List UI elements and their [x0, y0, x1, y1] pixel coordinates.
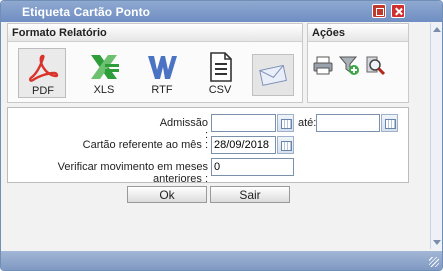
- dialog-window: Etiqueta Cartão Ponto Formato Relatório …: [0, 0, 443, 271]
- window-title: Etiqueta Cartão Ponto: [22, 5, 151, 19]
- csv-icon: [210, 52, 232, 82]
- format-panel: Formato Relatório PDF XLS RTF CSV: [7, 23, 303, 103]
- admissao-from-calendar-icon[interactable]: [277, 114, 294, 132]
- printer-icon[interactable]: [312, 54, 334, 76]
- cartao-month-field[interactable]: [211, 136, 276, 154]
- admissao-to-field[interactable]: [316, 114, 380, 132]
- rtf-button[interactable]: RTF: [138, 48, 186, 98]
- email-button[interactable]: [252, 54, 294, 96]
- filter-add-icon[interactable]: [338, 54, 360, 76]
- ate-label: até:: [298, 117, 317, 129]
- sair-button[interactable]: Sair: [210, 186, 290, 203]
- admissao-label: Admissão :: [159, 117, 208, 141]
- verificar-months-field[interactable]: [211, 158, 294, 176]
- xls-label: XLS: [93, 84, 115, 96]
- search-icon[interactable]: [364, 54, 386, 76]
- verificar-label: Verificar movimento em meses anteriores …: [57, 161, 208, 185]
- ok-button[interactable]: Ok: [127, 186, 207, 203]
- maximize-button[interactable]: [372, 4, 386, 18]
- cartao-label: Cartão referente ao mês :: [82, 139, 208, 151]
- csv-label: CSV: [208, 84, 232, 96]
- pdf-label: PDF: [32, 85, 54, 97]
- admissao-from-field[interactable]: [211, 114, 276, 132]
- scroll-down-icon[interactable]: [433, 240, 441, 245]
- rtf-icon: [148, 56, 177, 79]
- admissao-to-calendar-icon[interactable]: [381, 114, 398, 132]
- actions-panel: Ações: [307, 23, 409, 103]
- close-button[interactable]: [391, 4, 405, 18]
- window-scrollbar[interactable]: [430, 23, 442, 249]
- format-panel-header: Formato Relatório: [8, 24, 302, 42]
- cartao-calendar-icon[interactable]: [277, 136, 294, 154]
- scroll-up-icon[interactable]: [433, 27, 441, 32]
- email-icon: [259, 64, 287, 86]
- pdf-icon: [29, 54, 59, 82]
- resize-grip-icon[interactable]: [429, 257, 439, 267]
- pdf-button[interactable]: PDF: [18, 48, 66, 98]
- status-bar: [1, 251, 442, 270]
- xls-button[interactable]: XLS: [80, 48, 128, 98]
- filter-form: Admissão : até: Cartão referente ao mês …: [7, 107, 409, 185]
- rtf-label: RTF: [151, 84, 173, 96]
- xls-icon: [91, 55, 119, 79]
- title-bar[interactable]: Etiqueta Cartão Ponto: [1, 1, 442, 22]
- csv-button[interactable]: CSV: [196, 48, 244, 98]
- actions-panel-header: Ações: [308, 24, 408, 42]
